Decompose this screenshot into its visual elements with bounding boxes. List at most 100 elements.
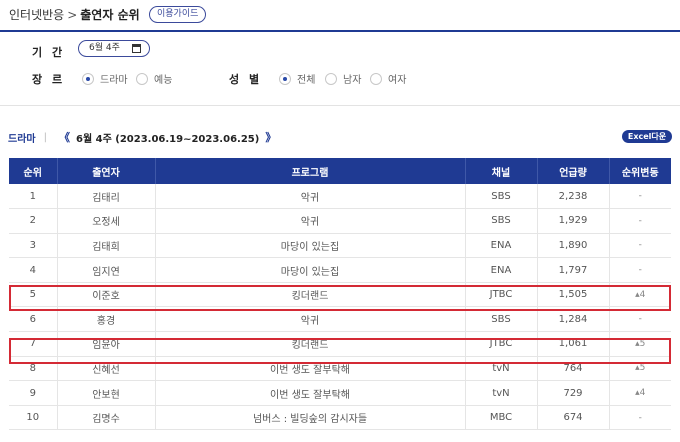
gender-label: 성 별	[229, 73, 263, 86]
header-rank: 순위	[9, 158, 58, 184]
header-channel: 채널	[465, 158, 538, 184]
cell-performer: 오정세	[57, 208, 156, 234]
breadcrumb-separator: >	[67, 8, 78, 22]
cell-program: 마당이 있는집	[155, 233, 466, 259]
cell-performer: 홍경	[57, 306, 156, 333]
cell-program: 악귀	[155, 184, 466, 210]
cell-program: 악귀	[155, 208, 466, 234]
ranking-table: 순위 출연자 프로그램 채널 언급량 순위변동 1 김태리 악귀 SBS 2,2…	[9, 158, 671, 431]
cell-channel: ENA	[465, 257, 538, 283]
breadcrumb-current: 출연자 순위	[80, 8, 140, 22]
breadcrumb: 인터넷반응 > 출연자 순위	[9, 6, 140, 23]
cell-rank-change: -	[609, 208, 671, 234]
cell-mentions: 1,797	[537, 257, 610, 283]
table-row: 6 홍경 악귀 SBS 1,284 -	[9, 306, 671, 333]
cell-mentions: 764	[537, 356, 610, 382]
cell-rank: 4	[9, 257, 58, 283]
cell-program: 악귀	[155, 306, 466, 333]
cell-channel: SBS	[465, 306, 538, 333]
breadcrumb-parent[interactable]: 인터넷반응	[9, 8, 64, 22]
radio-dot[interactable]	[82, 72, 94, 85]
week-range: 6월 4주 (2023.06.19~2023.06.25)	[75, 133, 260, 145]
gender-option-label: 여자	[388, 75, 407, 86]
header-bar: 인터넷반응 > 출연자 순위 이용가이드	[0, 0, 680, 32]
cell-performer: 김태희	[57, 233, 156, 259]
cell-performer: 안보현	[57, 380, 156, 406]
radio-dot[interactable]	[370, 72, 382, 85]
radio-dot[interactable]	[325, 72, 337, 85]
cell-mentions: 674	[537, 405, 610, 431]
cell-performer: 김태리	[57, 184, 156, 210]
cell-rank: 8	[9, 356, 58, 382]
cell-performer: 임윤아	[57, 331, 156, 357]
cell-rank-change: ▴4	[609, 380, 671, 406]
cell-program: 킹더랜드	[155, 282, 466, 308]
cell-rank: 6	[9, 306, 58, 333]
table-row: 4 임지연 마당이 있는집 ENA 1,797 -	[9, 257, 671, 283]
period-date-picker[interactable]: 6월 4주	[78, 40, 150, 57]
cell-program: 넘버스 : 빌딩숲의 감시자들	[155, 405, 466, 431]
cell-rank: 1	[9, 184, 58, 210]
genre-radio-drama[interactable]: 드라마	[82, 71, 128, 86]
cell-rank: 5	[9, 282, 58, 308]
cell-rank: 2	[9, 208, 58, 234]
header-performer: 출연자	[57, 158, 156, 184]
radio-dot[interactable]	[279, 72, 291, 85]
period-label: 기 간	[32, 46, 66, 59]
cell-channel: SBS	[465, 208, 538, 234]
cell-program: 킹더랜드	[155, 331, 466, 357]
genre-label: 장 르	[32, 73, 66, 86]
table-row: 1 김태리 악귀 SBS 2,238 -	[9, 184, 671, 210]
cell-rank-change: ▴5	[609, 331, 671, 357]
period-value: 6월 4주	[89, 43, 120, 53]
calendar-icon[interactable]	[132, 44, 141, 53]
cell-mentions: 2,238	[537, 184, 610, 210]
cell-channel: ENA	[465, 233, 538, 259]
table-row: 2 오정세 악귀 SBS 1,929 -	[9, 208, 671, 234]
cell-mentions: 1,284	[537, 306, 610, 333]
table-row: 7 임윤아 킹더랜드 JTBC 1,061 ▴5	[9, 331, 671, 357]
usage-guide-button[interactable]: 이용가이드	[149, 6, 207, 23]
cell-program: 마당이 있는집	[155, 257, 466, 283]
cell-rank-change: ▴5	[609, 356, 671, 382]
cell-channel: JTBC	[465, 331, 538, 357]
cell-performer: 신혜선	[57, 356, 156, 382]
gender-option-label: 전체	[297, 75, 316, 86]
cell-channel: JTBC	[465, 282, 538, 308]
cell-mentions: 1,929	[537, 208, 610, 234]
cell-mentions: 729	[537, 380, 610, 406]
excel-download-button[interactable]: Excel다운	[622, 130, 672, 143]
table-row: 3 김태희 마당이 있는집 ENA 1,890 -	[9, 233, 671, 259]
cell-channel: SBS	[465, 184, 538, 210]
section-divider-bar: |	[43, 131, 47, 143]
cell-rank-change: -	[609, 405, 671, 431]
gender-radio-female[interactable]: 여자	[370, 71, 406, 86]
cell-rank: 3	[9, 233, 58, 259]
cell-mentions: 1,890	[537, 233, 610, 259]
genre-option-label: 예능	[154, 75, 173, 86]
cell-performer: 이준호	[57, 282, 156, 308]
cell-rank-change: -	[609, 306, 671, 333]
cell-performer: 김명수	[57, 405, 156, 431]
table-header-row: 순위 출연자 프로그램 채널 언급량 순위변동	[9, 158, 671, 184]
genre-radio-variety[interactable]: 예능	[136, 71, 172, 86]
cell-channel: MBC	[465, 405, 538, 431]
section-divider	[0, 105, 680, 106]
cell-rank-change: -	[609, 257, 671, 283]
gender-option-label: 남자	[343, 75, 362, 86]
section-category: 드라마	[8, 133, 36, 145]
gender-radio-all[interactable]: 전체	[279, 71, 315, 86]
next-week-button[interactable]: 》	[265, 129, 276, 145]
section-header: 드라마 | 《 6월 4주 (2023.06.19~2023.06.25) 》	[8, 129, 282, 145]
radio-dot[interactable]	[136, 72, 148, 85]
cell-rank: 7	[9, 331, 58, 357]
table-row: 9 안보현 이번 생도 잘부탁해 tvN 729 ▴4	[9, 380, 671, 406]
header-program: 프로그램	[155, 158, 466, 184]
table-row: 8 신혜선 이번 생도 잘부탁해 tvN 764 ▴5	[9, 356, 671, 382]
cell-rank-change: -	[609, 233, 671, 259]
cell-program: 이번 생도 잘부탁해	[155, 356, 466, 382]
table-row: 10 김명수 넘버스 : 빌딩숲의 감시자들 MBC 674 -	[9, 405, 671, 431]
prev-week-button[interactable]: 《	[59, 129, 70, 145]
cell-channel: tvN	[465, 356, 538, 382]
gender-radio-male[interactable]: 남자	[325, 71, 361, 86]
